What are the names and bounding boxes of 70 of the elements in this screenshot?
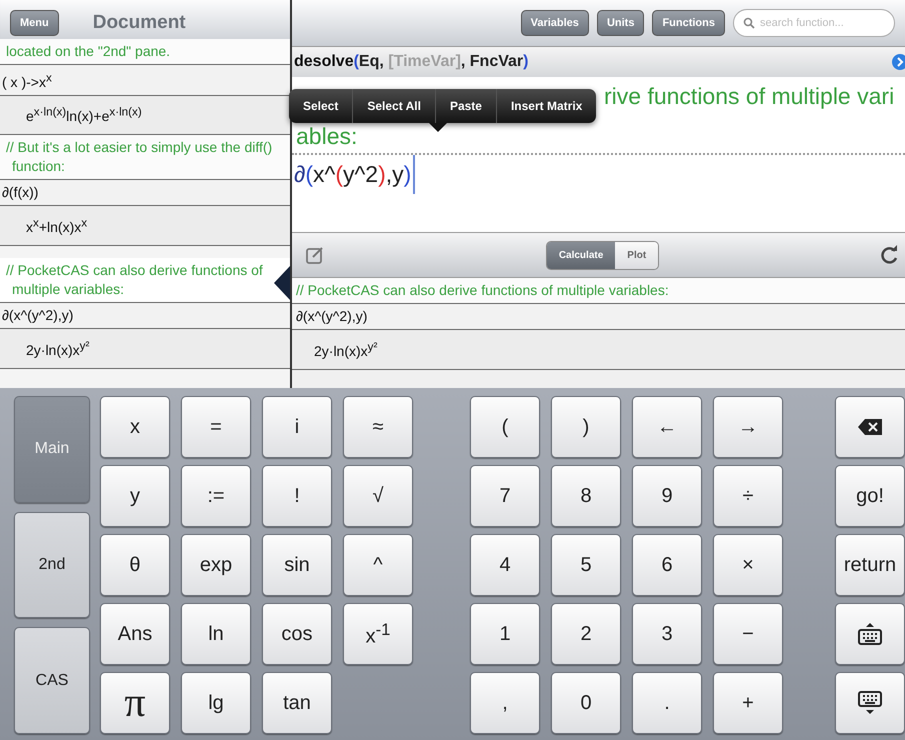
document-title: Document (92, 12, 186, 34)
output-row[interactable]: e$^{x·ln(x)}$ln(x)+e$^{x·ln(x)}$ (0, 96, 290, 136)
number-key[interactable]: 7 (470, 465, 540, 527)
context-menu-item[interactable]: Select (289, 89, 354, 123)
function-key[interactable]: x (100, 396, 170, 458)
context-menu-item[interactable]: Insert Matrix (496, 89, 596, 123)
context-menu-item[interactable]: Select All (353, 89, 436, 123)
number-key[interactable]: 4 (470, 534, 540, 596)
number-key[interactable]: 6 (632, 534, 702, 596)
comment-text: rive functions of multiple vari (604, 83, 894, 109)
keyboard-up-icon (858, 621, 882, 647)
number-key[interactable]: 1 (470, 603, 540, 665)
function-key[interactable]: i (262, 396, 332, 458)
context-menu-item[interactable]: Paste (436, 89, 497, 123)
keyboard-show-key[interactable] (835, 603, 905, 665)
function-key[interactable]: sin (262, 534, 332, 596)
number-key[interactable]: 5 (551, 534, 621, 596)
function-key[interactable]: π (100, 672, 170, 734)
function-signature: desolve(Eq, [TimeVar], FncVar) (294, 53, 528, 71)
mode-key[interactable]: CAS (14, 627, 90, 734)
number-key[interactable]: 8 (551, 465, 621, 527)
number-key[interactable]: 0 (551, 672, 621, 734)
number-key[interactable]: 9 (632, 465, 702, 527)
number-key[interactable]: × (713, 534, 783, 596)
info-icon[interactable] (892, 54, 905, 70)
function-key[interactable]: ^ (342, 534, 413, 596)
function-key[interactable]: ! (262, 465, 332, 527)
number-key[interactable]: ) (551, 396, 621, 458)
mode-tab[interactable]: Calculate (546, 242, 616, 268)
return-key[interactable]: return (835, 534, 905, 596)
search-field[interactable]: search function... (733, 9, 895, 37)
function-key[interactable]: ln (180, 603, 251, 665)
number-key[interactable]: ÷ (713, 465, 783, 527)
refresh-icon[interactable] (880, 245, 899, 265)
number-key[interactable]: 3 (632, 603, 702, 665)
number-key[interactable]: → (713, 396, 783, 458)
function-key[interactable]: cos (262, 603, 332, 665)
number-key[interactable]: ← (632, 396, 702, 458)
search-icon (743, 17, 755, 29)
expression-input[interactable]: ∂(x^(y^2),y) (292, 155, 416, 194)
function-key[interactable]: y (100, 465, 170, 527)
backspace-key[interactable] (835, 396, 905, 458)
function-key[interactable]: ≈ (342, 396, 413, 458)
mode-tab[interactable]: Plot (615, 242, 658, 268)
menu-pointer-icon (429, 123, 447, 132)
function-key[interactable]: √ (342, 465, 413, 527)
comment-text: ables: (296, 123, 358, 149)
function-key[interactable]: Ans (100, 603, 170, 665)
number-key[interactable]: − (713, 603, 783, 665)
output-row[interactable]: x$^{x}$+ln(x)x$^{x}$ (0, 206, 290, 246)
number-key[interactable]: 2 (551, 603, 621, 665)
function-key[interactable]: exp (180, 534, 251, 596)
function-key[interactable]: tan (262, 672, 332, 734)
function-key[interactable]: lg (180, 672, 251, 734)
output-row[interactable]: 2y·ln(x)x$^{y²}$ (0, 328, 290, 369)
number-key[interactable]: + (713, 672, 783, 734)
function-key[interactable]: := (180, 465, 251, 527)
keyboard-down-icon (858, 690, 882, 716)
keyboard-hide-key[interactable] (835, 672, 905, 734)
number-key[interactable]: ( (470, 396, 540, 458)
function-key[interactable]: θ (100, 534, 170, 596)
go-key[interactable]: go! (835, 465, 905, 527)
mode-key[interactable]: 2nd (14, 512, 90, 618)
backspace-icon (858, 419, 882, 435)
edit-icon[interactable] (306, 246, 324, 264)
output-row[interactable]: 2y·ln(x)x$^{y²}$ (292, 330, 905, 370)
function-key[interactable]: = (180, 396, 251, 458)
function-key[interactable]: x$^{-1}$ (342, 603, 413, 665)
number-key[interactable]: , (470, 672, 540, 734)
number-key[interactable]: . (632, 672, 702, 734)
